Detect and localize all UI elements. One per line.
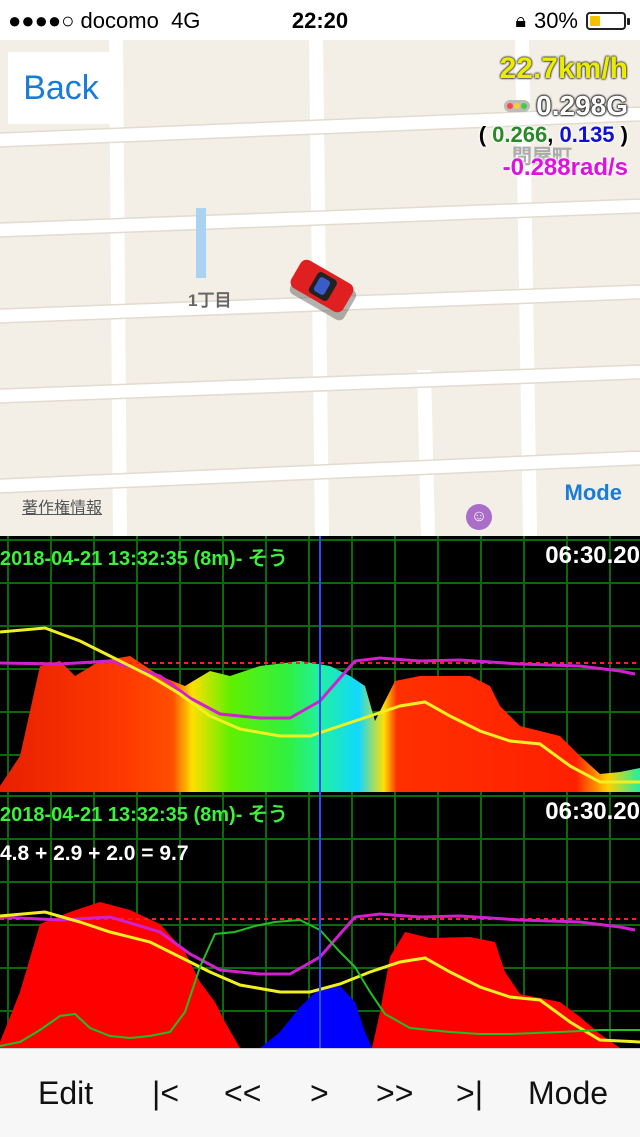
edit-button[interactable]: Edit: [38, 1075, 93, 1112]
first-button[interactable]: |<: [152, 1075, 179, 1112]
graph2-title: 2018-04-21 13:32:35 (8m)- そう: [0, 804, 288, 826]
graph2-time: 06:30.20: [545, 798, 640, 825]
mode-button[interactable]: Mode: [528, 1075, 608, 1112]
speed-readout: 22.7km/h: [499, 52, 628, 85]
forward-button[interactable]: >>: [376, 1075, 413, 1112]
g-vector-readout: ( 0.266, 0.135 ): [478, 122, 628, 147]
battery-icon: [586, 12, 630, 30]
battery-percent: 30%: [533, 8, 578, 33]
traffic-light-icon: [504, 100, 531, 112]
graph2-plot: [0, 792, 640, 1048]
rotation-lock-icon: 🔒︎: [515, 9, 526, 32]
area-graph[interactable]: 2018-04-21 13:32:35 (8m)- そう 06:30.20 4.…: [0, 792, 640, 1048]
theater-pin-icon[interactable]: ☺: [466, 504, 492, 530]
graph1-plot: [0, 536, 640, 792]
rewind-button[interactable]: <<: [224, 1075, 261, 1112]
bottom-toolbar: Edit |< << > >> >| Mode: [0, 1048, 640, 1137]
canal: [196, 208, 206, 278]
map-view[interactable]: Back 1丁目 問屋町 22.7km/h 0.298G ( 0.266, 0.…: [0, 40, 640, 536]
last-button[interactable]: >|: [456, 1075, 483, 1112]
back-button[interactable]: Back: [8, 52, 114, 124]
g-force-readout: 0.298G: [504, 90, 628, 122]
graph1-title: 2018-04-21 13:32:35 (8m)- そう: [0, 548, 288, 570]
yaw-rate-readout: -0.288rad/s: [502, 154, 628, 181]
score-sum: 4.8 + 2.9 + 2.0 = 9.7: [0, 842, 189, 865]
map-mode-button[interactable]: Mode: [565, 480, 622, 506]
play-button[interactable]: >: [310, 1075, 329, 1112]
graph1-time: 06:30.20: [545, 542, 640, 569]
status-bar: ●●●●○ docomo 4G 22:20 🔒︎ 30%: [0, 0, 640, 40]
copyright-link[interactable]: 著作権情報: [22, 494, 102, 518]
area-label: 1丁目: [188, 291, 232, 310]
gradient-graph[interactable]: 2018-04-21 13:32:35 (8m)- そう 06:30.20: [0, 536, 640, 792]
